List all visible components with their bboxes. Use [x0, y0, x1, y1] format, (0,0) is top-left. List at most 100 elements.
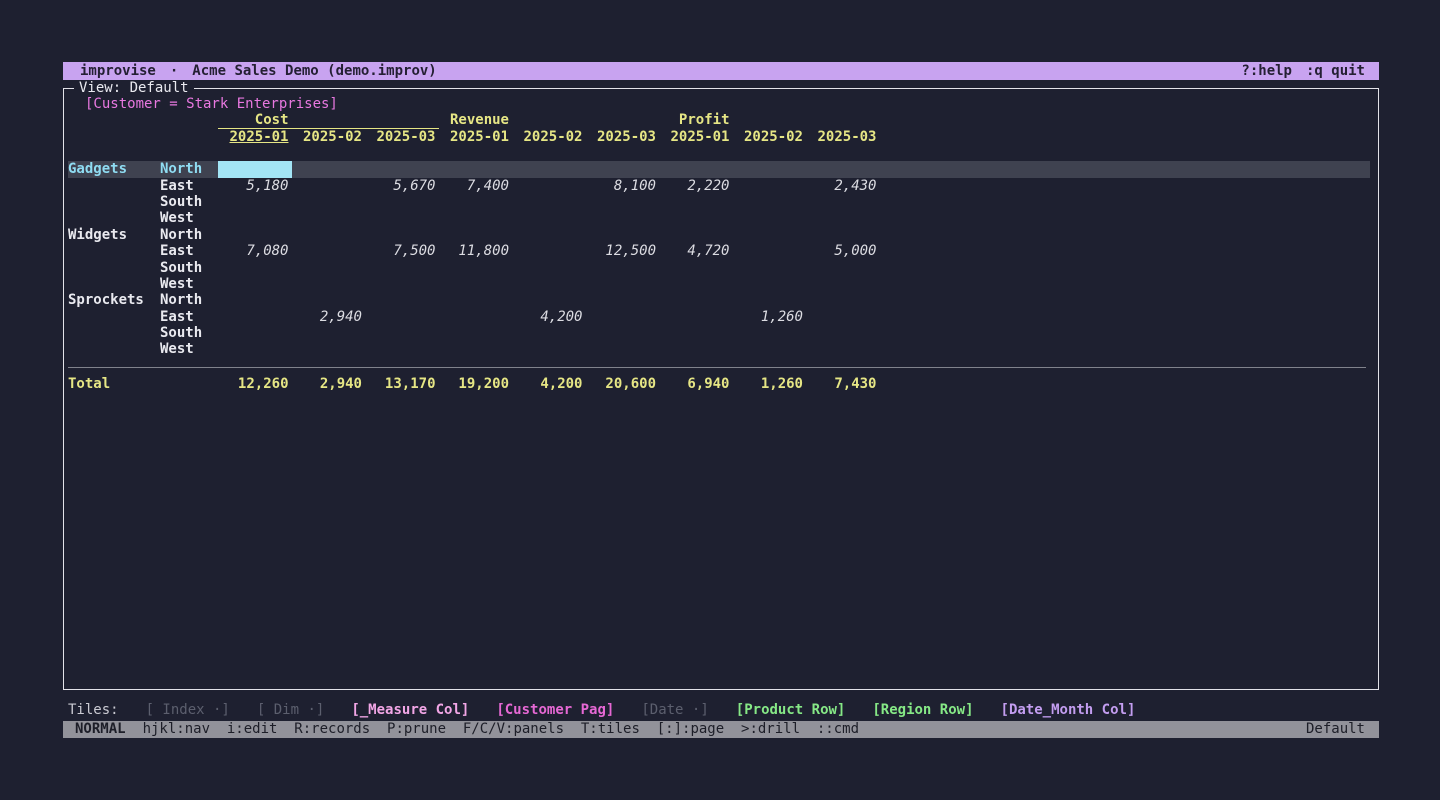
data-cell[interactable] — [365, 194, 439, 210]
data-cell[interactable] — [292, 178, 366, 194]
data-cell[interactable] — [365, 227, 439, 243]
data-cell[interactable] — [659, 227, 733, 243]
data-cell[interactable] — [292, 276, 366, 292]
data-cell[interactable] — [439, 194, 513, 210]
data-cell[interactable] — [439, 309, 513, 325]
data-cell[interactable] — [733, 161, 807, 177]
tile-chip[interactable]: [Region Row] — [872, 702, 973, 718]
product-label[interactable]: Gadgets — [68, 161, 160, 177]
month-header-cell[interactable]: 2025-02 — [512, 129, 586, 145]
table-row[interactable]: West — [68, 341, 1370, 357]
data-cell[interactable] — [292, 161, 366, 177]
region-label[interactable]: South — [160, 325, 218, 341]
cursor-cell[interactable] — [218, 161, 292, 177]
data-cell[interactable] — [218, 227, 292, 243]
month-header-cell[interactable]: 2025-01 — [439, 129, 513, 145]
data-cell[interactable] — [292, 341, 366, 357]
data-cell[interactable] — [733, 178, 807, 194]
data-cell[interactable] — [512, 276, 586, 292]
product-label[interactable] — [68, 260, 160, 276]
data-cell[interactable] — [586, 325, 660, 341]
tile-chip[interactable]: [Product Row] — [736, 702, 846, 718]
data-cell[interactable] — [733, 341, 807, 357]
data-cell[interactable] — [218, 210, 292, 226]
tile-chip[interactable]: [Customer Pag] — [496, 702, 614, 718]
data-cell[interactable] — [586, 341, 660, 357]
data-cell[interactable] — [586, 260, 660, 276]
data-cell[interactable] — [659, 194, 733, 210]
table-row[interactable]: South — [68, 194, 1370, 210]
data-cell[interactable]: 5,000 — [806, 243, 880, 259]
data-cell[interactable] — [218, 292, 292, 308]
table-row[interactable]: East2,9404,2001,260 — [68, 309, 1370, 325]
region-label[interactable]: East — [160, 178, 218, 194]
data-cell[interactable] — [365, 292, 439, 308]
data-cell[interactable] — [512, 341, 586, 357]
data-cell[interactable]: 2,940 — [292, 309, 366, 325]
table-row[interactable]: South — [68, 260, 1370, 276]
region-label[interactable]: South — [160, 194, 218, 210]
region-label[interactable]: West — [160, 210, 218, 226]
table-row[interactable]: West — [68, 276, 1370, 292]
data-cell[interactable] — [439, 341, 513, 357]
product-label[interactable] — [68, 243, 160, 259]
table-row[interactable]: GadgetsNorth — [68, 161, 1370, 177]
product-label[interactable] — [68, 325, 160, 341]
data-cell[interactable] — [365, 341, 439, 357]
table-row[interactable]: SprocketsNorth — [68, 292, 1370, 308]
measure-header-cost[interactable]: Cost — [218, 112, 292, 128]
tile-chip[interactable]: [ Dim ·] — [257, 702, 324, 718]
data-cell[interactable] — [733, 243, 807, 259]
data-cell[interactable] — [733, 325, 807, 341]
data-cell[interactable] — [586, 309, 660, 325]
data-cell[interactable]: 4,720 — [659, 243, 733, 259]
data-cell[interactable] — [512, 260, 586, 276]
table-row[interactable]: West — [68, 210, 1370, 226]
data-cell[interactable] — [733, 194, 807, 210]
data-cell[interactable] — [365, 276, 439, 292]
data-cell[interactable] — [218, 276, 292, 292]
data-cell[interactable] — [806, 260, 880, 276]
product-label[interactable] — [68, 276, 160, 292]
data-cell[interactable] — [218, 325, 292, 341]
data-cell[interactable] — [218, 260, 292, 276]
data-cell[interactable] — [512, 325, 586, 341]
product-label[interactable]: Widgets — [68, 227, 160, 243]
data-cell[interactable] — [365, 309, 439, 325]
data-cell[interactable] — [659, 276, 733, 292]
data-cell[interactable] — [733, 210, 807, 226]
data-cell[interactable] — [733, 292, 807, 308]
data-cell[interactable] — [292, 243, 366, 259]
table-row[interactable]: East5,1805,6707,4008,1002,2202,430 — [68, 178, 1370, 194]
data-cell[interactable] — [512, 210, 586, 226]
data-cell[interactable] — [292, 227, 366, 243]
data-cell[interactable] — [365, 161, 439, 177]
data-cell[interactable] — [733, 227, 807, 243]
data-cell[interactable] — [586, 276, 660, 292]
region-label[interactable]: North — [160, 161, 218, 177]
data-cell[interactable] — [512, 227, 586, 243]
data-cell[interactable] — [365, 325, 439, 341]
month-header-cell[interactable]: 2025-02 — [733, 129, 807, 145]
table-row[interactable]: East7,0807,50011,80012,5004,7205,000 — [68, 243, 1370, 259]
data-cell[interactable] — [586, 210, 660, 226]
data-cell[interactable]: 7,400 — [439, 178, 513, 194]
data-cell[interactable] — [659, 325, 733, 341]
month-header-cell[interactable]: 2025-01 — [659, 129, 733, 145]
data-cell[interactable] — [292, 292, 366, 308]
product-label[interactable] — [68, 309, 160, 325]
data-cell[interactable] — [365, 210, 439, 226]
tile-chip[interactable]: [ Index ·] — [146, 702, 230, 718]
data-cell[interactable] — [659, 210, 733, 226]
data-cell[interactable]: 4,200 — [512, 309, 586, 325]
data-cell[interactable]: 5,670 — [365, 178, 439, 194]
data-cell[interactable] — [439, 161, 513, 177]
data-cell[interactable] — [439, 292, 513, 308]
month-header-cell[interactable]: 2025-03 — [586, 129, 660, 145]
data-cell[interactable] — [512, 178, 586, 194]
tile-chip[interactable]: [Date_Month Col] — [1001, 702, 1136, 718]
data-cell[interactable] — [439, 325, 513, 341]
data-cell[interactable] — [806, 227, 880, 243]
month-header-cell[interactable]: 2025-03 — [365, 129, 439, 145]
product-label[interactable] — [68, 341, 160, 357]
